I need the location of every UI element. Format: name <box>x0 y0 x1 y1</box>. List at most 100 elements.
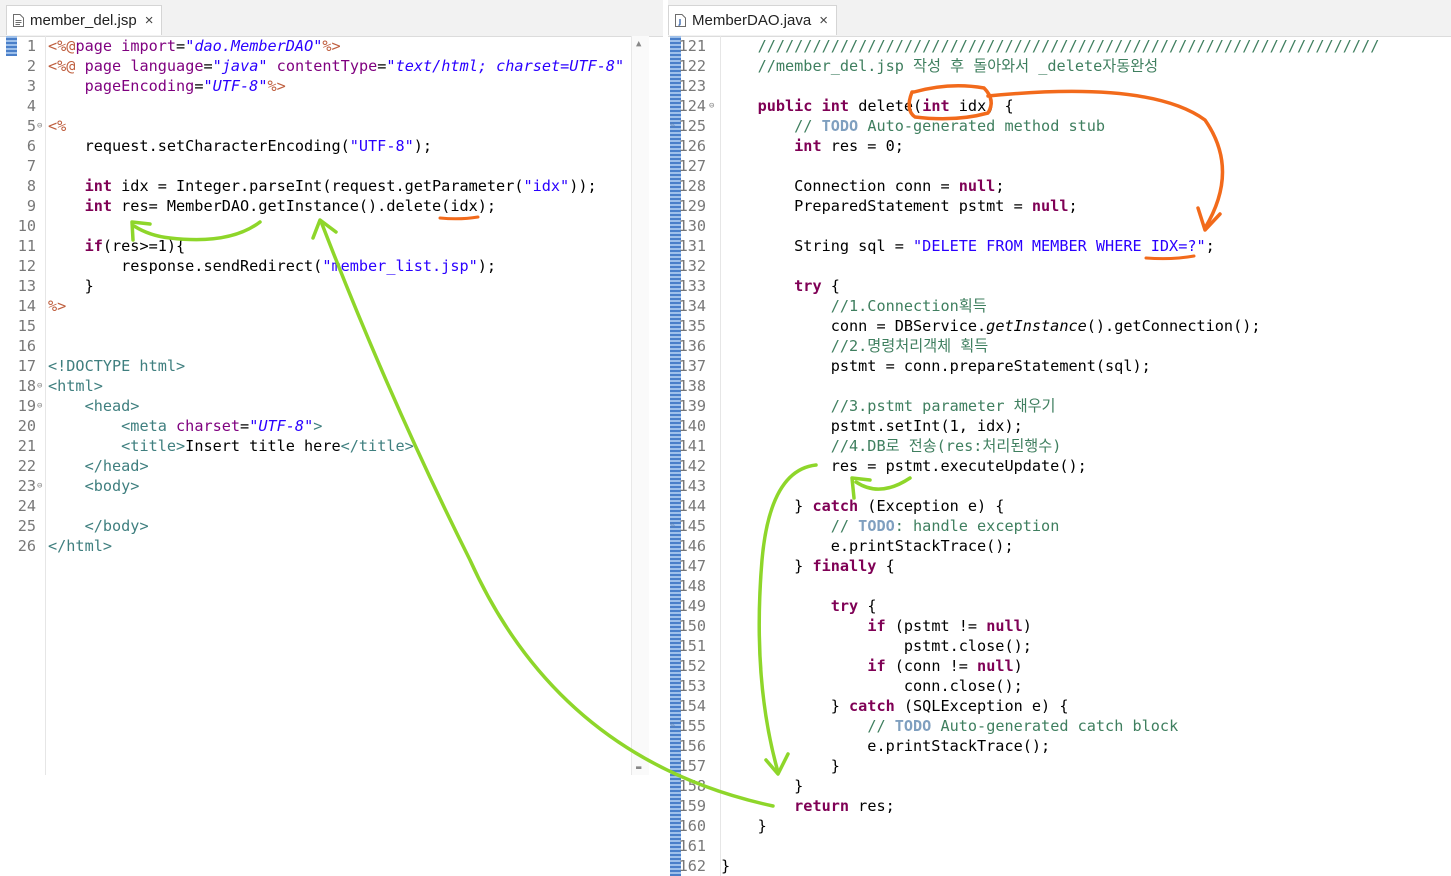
code-text[interactable]: try { <box>721 276 840 296</box>
code-text[interactable]: public int delete(int idx) { <box>721 96 1014 116</box>
code-text[interactable]: e.printStackTrace(); <box>721 536 1014 556</box>
code-line: 141 //4.DB로 전송(res:처리된행수) <box>668 436 1451 456</box>
code-text[interactable]: } <box>48 276 94 296</box>
line-number: 23 <box>17 477 36 495</box>
code-text[interactable]: </head> <box>48 456 149 476</box>
fold-toggle-icon[interactable]: ⊖ <box>37 116 42 136</box>
code-line: 135 conn = DBService.getInstance().getCo… <box>668 316 1451 336</box>
line-number: 152 <box>678 657 706 675</box>
code-line: 11 if(res>=1){ <box>0 236 663 256</box>
code-text[interactable]: int idx = Integer.parseInt(request.getPa… <box>48 176 597 196</box>
code-text[interactable]: pstmt.setInt(1, idx); <box>721 416 1023 436</box>
code-text[interactable]: <head> <box>48 396 140 416</box>
code-text[interactable]: <%@ page language="java" contentType="te… <box>48 56 624 76</box>
code-text[interactable]: <%@page import="dao.MemberDAO"%> <box>48 36 341 56</box>
code-text[interactable]: //2.명령처리객체 획득 <box>721 336 989 356</box>
code-text[interactable]: <meta charset="UTF-8"> <box>48 416 322 436</box>
code-text[interactable]: } <box>721 776 803 796</box>
code-text[interactable]: } catch (SQLException e) { <box>721 696 1069 716</box>
code-text[interactable]: String sql = "DELETE FROM MEMBER WHERE I… <box>721 236 1215 256</box>
code-text[interactable]: //member_del.jsp 작성 후 돌아와서 _delete자동완성 <box>721 56 1159 76</box>
code-line: 122 //member_del.jsp 작성 후 돌아와서 _delete자동… <box>668 56 1451 76</box>
code-text[interactable]: //4.DB로 전송(res:처리된행수) <box>721 436 1062 456</box>
code-line: 123 <box>668 76 1451 96</box>
code-text[interactable]: <title>Insert title here</title> <box>48 436 414 456</box>
line-number: 21 <box>17 437 36 455</box>
code-line: 144 } catch (Exception e) { <box>668 496 1451 516</box>
code-text[interactable]: request.setCharacterEncoding("UTF-8"); <box>48 136 433 156</box>
code-text[interactable]: PreparedStatement pstmt = null; <box>721 196 1077 216</box>
code-text[interactable]: return res; <box>721 796 895 816</box>
code-text[interactable]: try { <box>721 596 877 616</box>
code-text[interactable]: res = pstmt.executeUpdate(); <box>721 456 1087 476</box>
code-line: 121 ////////////////////////////////////… <box>668 36 1451 56</box>
line-number: 1 <box>26 37 36 55</box>
line-number: 24 <box>17 497 36 515</box>
code-line: 147 } finally { <box>668 556 1451 576</box>
code-text[interactable]: if(res>=1){ <box>48 236 186 256</box>
code-line: 14 %> <box>0 296 663 316</box>
line-number: 15 <box>17 317 36 335</box>
code-line: 146 e.printStackTrace(); <box>668 536 1451 556</box>
code-text[interactable]: int res= MemberDAO.getInstance().delete(… <box>48 196 496 216</box>
code-line: 137 pstmt = conn.prepareStatement(sql); <box>668 356 1451 376</box>
code-line: 136 //2.명령처리객체 획득 <box>668 336 1451 356</box>
code-text[interactable]: conn.close(); <box>721 676 1023 696</box>
code-text[interactable]: e.printStackTrace(); <box>721 736 1050 756</box>
line-number: 144 <box>678 497 706 515</box>
scroll-down-icon[interactable]: ▬ <box>636 763 641 773</box>
code-text[interactable]: // TODO: handle exception <box>721 516 1060 536</box>
code-text[interactable]: pageEncoding="UTF-8"%> <box>48 76 286 96</box>
right-editor-pane: MemberDAO.java × 121 ///////////////////… <box>668 0 1451 876</box>
code-text[interactable]: } catch (Exception e) { <box>721 496 1004 516</box>
code-line: 9 int res= MemberDAO.getInstance().delet… <box>0 196 663 216</box>
task-marker-icon: ✎ <box>670 121 676 131</box>
code-text[interactable]: if (conn != null) <box>721 656 1022 676</box>
code-text[interactable]: //3.pstmt parameter 채우기 <box>721 396 1056 416</box>
code-text[interactable]: // TODO Auto-generated catch block <box>721 716 1178 736</box>
right-code-area[interactable]: 121 ////////////////////////////////////… <box>668 36 1451 876</box>
code-text[interactable]: //1.Connection획득 <box>721 296 987 316</box>
code-line: 161 <box>668 836 1451 856</box>
code-text[interactable]: // TODO Auto-generated method stub <box>721 116 1105 136</box>
code-text[interactable]: conn = DBService.getInstance().getConnec… <box>721 316 1261 336</box>
code-text[interactable]: int res = 0; <box>721 136 904 156</box>
code-text[interactable]: </html> <box>48 536 112 556</box>
code-text[interactable]: Connection conn = null; <box>721 176 1004 196</box>
jsp-file-icon <box>13 14 24 27</box>
code-text[interactable]: <!DOCTYPE html> <box>48 356 185 376</box>
line-number: 156 <box>678 737 706 755</box>
code-line: 126 int res = 0; <box>668 136 1451 156</box>
scroll-up-icon[interactable]: ▲ <box>636 39 641 49</box>
fold-toggle-icon[interactable]: ⊖ <box>37 476 42 496</box>
code-text[interactable]: %> <box>48 296 66 316</box>
code-text[interactable]: } <box>721 856 730 876</box>
left-vertical-scrollbar[interactable]: ▲ ▬ <box>631 36 649 775</box>
line-number: 124 <box>678 97 706 115</box>
tab-member-del-jsp[interactable]: member_del.jsp × <box>6 5 163 35</box>
code-text[interactable]: <body> <box>48 476 140 496</box>
code-text[interactable]: } <box>721 756 840 776</box>
code-text[interactable]: pstmt.close(); <box>721 636 1032 656</box>
tab-label: MemberDAO.java <box>692 12 812 29</box>
fold-toggle-icon[interactable]: ⊖ <box>709 96 714 116</box>
code-text[interactable]: pstmt = conn.prepareStatement(sql); <box>721 356 1151 376</box>
code-text[interactable]: <html> <box>48 376 103 396</box>
code-text[interactable]: <% <box>48 116 66 136</box>
code-text[interactable]: response.sendRedirect("member_list.jsp")… <box>48 256 496 276</box>
tab-memberdao-java[interactable]: MemberDAO.java × <box>668 5 837 35</box>
close-tab-icon[interactable]: × <box>819 12 828 29</box>
code-text[interactable]: ////////////////////////////////////////… <box>721 36 1380 56</box>
fold-toggle-icon[interactable]: ⊖ <box>37 376 42 396</box>
close-tab-icon[interactable]: × <box>145 12 154 29</box>
code-line: 24 <box>0 496 663 516</box>
line-number: 153 <box>678 677 706 695</box>
code-text[interactable]: } finally { <box>721 556 895 576</box>
code-text[interactable]: </body> <box>48 516 149 536</box>
code-text[interactable]: } <box>721 816 767 836</box>
fold-toggle-icon[interactable]: ⊖ <box>37 396 42 416</box>
left-code-area[interactable]: 1 <%@page import="dao.MemberDAO"%> 2 <%@ pa… <box>0 36 663 775</box>
code-text[interactable]: if (pstmt != null) <box>721 616 1032 636</box>
code-line: 26 </html> <box>0 536 663 556</box>
code-line: 140 pstmt.setInt(1, idx); <box>668 416 1451 436</box>
